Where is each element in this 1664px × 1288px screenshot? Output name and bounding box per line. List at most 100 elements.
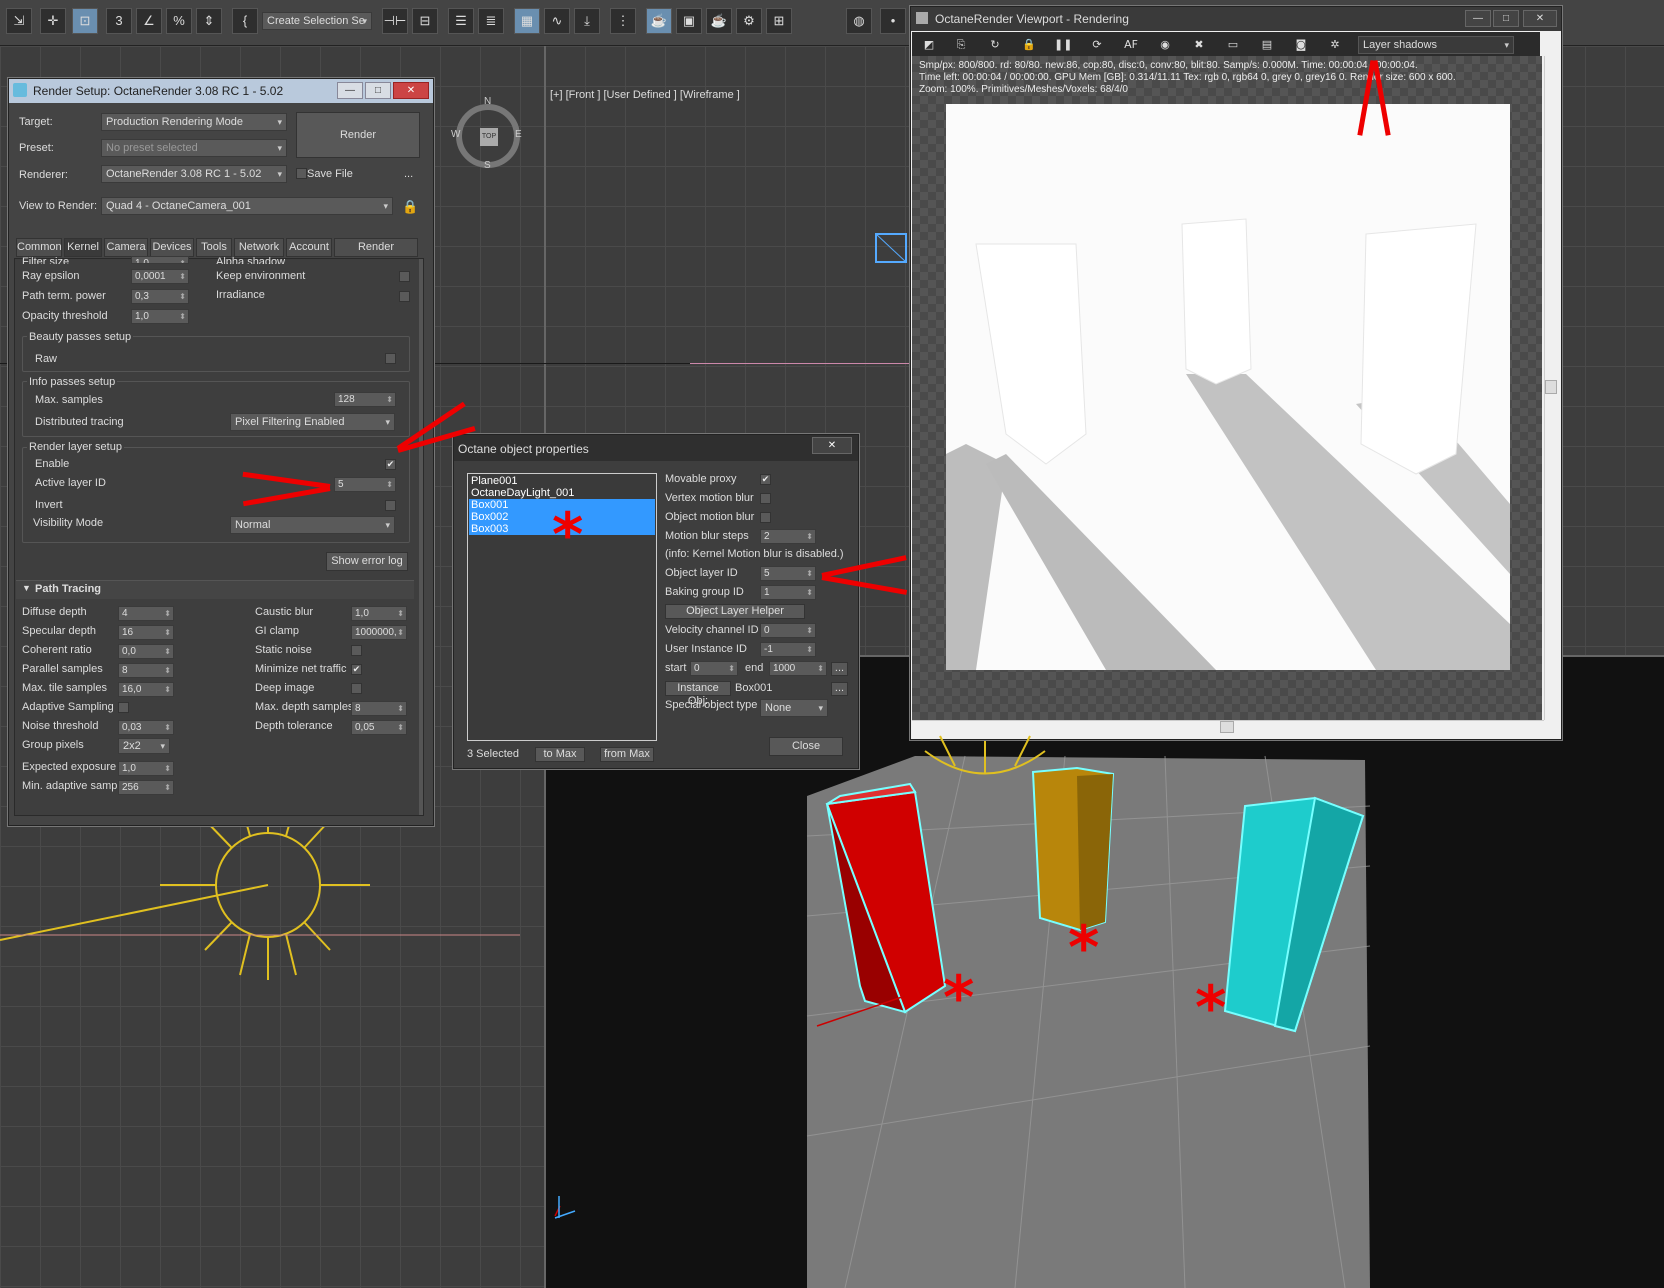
pt-param-value[interactable] [118,702,129,713]
octane-viewport-titlebar[interactable]: OctaneRender Viewport - Rendering — □ ✕ [911,7,1561,31]
raw-checkbox[interactable] [385,353,396,364]
close-button[interactable]: ✕ [393,82,429,99]
renderer-dropdown[interactable]: OctaneRender 3.08 RC 1 - 5.02 [101,165,287,183]
ov-close-button[interactable]: ✕ [1523,10,1557,27]
list-item[interactable]: OctaneDayLight_001 [469,487,655,499]
material-editor-icon[interactable]: ⋮ [610,8,636,34]
tab-devices[interactable]: Devices [150,238,194,257]
camera-icon[interactable]: ◙ [1292,36,1310,54]
tab-network[interactable]: Network [234,238,284,257]
max-samples-spinner[interactable]: 128 [334,392,396,407]
panel-scrollbar[interactable] [419,259,423,815]
pt-param-value[interactable]: 2x2 [118,738,170,754]
ov-vscroll-thumb[interactable] [1545,380,1557,394]
reference-icon[interactable]: ⊡ [72,8,98,34]
visibility-mode-dropdown[interactable]: Normal [230,516,395,534]
pt-param-value[interactable]: 16,0 [118,682,174,697]
tab-tools[interactable]: Tools [196,238,232,257]
curve-editor-icon[interactable]: ∿ [544,8,570,34]
mirror-icon[interactable]: ⊣⊢ [382,8,408,34]
pt-param-value[interactable]: 16 [118,625,174,640]
param-value[interactable]: 1,0 [131,256,189,264]
snap-3-icon[interactable]: 3 [106,8,132,34]
spinner-snap-icon[interactable]: ⇕ [196,8,222,34]
pt-param-value[interactable] [351,683,362,694]
edit-named-sets-icon[interactable]: { [232,8,258,34]
pt-param-value[interactable]: 0,05 [351,720,407,735]
render-setup-titlebar[interactable]: Render Setup: OctaneRender 3.08 RC 1 - 5… [9,79,433,103]
render-setup-icon[interactable]: ☕ [646,8,672,34]
display-icon[interactable]: ▭ [1224,36,1242,54]
param-value[interactable]: 0,3 [131,289,189,304]
object-layer-id-spinner[interactable]: 5 [760,566,816,581]
layout-icon[interactable]: ⊞ [766,8,792,34]
select-move-icon[interactable]: ⇲ [6,8,32,34]
pt-param-value[interactable]: 0,0 [118,644,174,659]
align-icon[interactable]: ⊟ [412,8,438,34]
velocity-channel-spinner[interactable]: 0 [760,623,816,638]
scene-explorer-icon[interactable]: ≣ [478,8,504,34]
irradiance-checkbox[interactable] [399,291,410,302]
collapse-icon[interactable]: ▼ [22,583,31,593]
render-button[interactable]: Render [296,112,420,158]
user-instance-id-spinner[interactable]: -1 [760,642,816,657]
layer-manager-icon[interactable]: ☰ [448,8,474,34]
tab-kernel[interactable]: Kernel [64,238,102,257]
view-to-render-dropdown[interactable]: Quad 4 - OctaneCamera_001 [101,197,393,215]
baking-group-spinner[interactable]: 1 [760,585,816,600]
ov-maximize-button[interactable]: □ [1493,10,1519,27]
render-icon[interactable]: ☕ [706,8,732,34]
list-item[interactable]: Plane001 [469,475,655,487]
preset-dropdown[interactable]: No preset selected [101,139,287,157]
selection-set-dropdown[interactable]: Create Selection Se [262,12,372,30]
restart-icon[interactable]: ↻ [986,36,1004,54]
save-file-browse[interactable]: ... [404,168,413,180]
distributed-tracing-dropdown[interactable]: Pixel Filtering Enabled [230,413,395,431]
dot-icon[interactable]: • [880,8,906,34]
pt-param-value[interactable]: 8 [118,663,174,678]
tab-render-elements[interactable]: Render Elements [334,238,418,270]
enable-checkbox[interactable]: ✔ [385,459,396,470]
movable-proxy-checkbox[interactable]: ✔ [760,474,771,485]
print-icon[interactable]: ▤ [1258,36,1276,54]
maximize-button[interactable]: □ [365,82,391,99]
invert-checkbox[interactable] [385,500,396,511]
active-layer-id-spinner[interactable]: 5 [334,477,396,492]
pt-param-value[interactable]: 256 [118,780,174,795]
settings-icon[interactable]: ✲ [1326,36,1344,54]
pt-param-value[interactable]: 0,03 [118,720,174,735]
region-icon[interactable]: ✖ [1190,36,1208,54]
web-icon[interactable]: ◍ [846,8,872,34]
pt-param-value[interactable] [351,645,362,656]
pt-param-value[interactable]: ✔ [351,664,362,675]
pt-param-value[interactable]: 1,0 [118,761,174,776]
tab-camera[interactable]: Camera [104,238,148,257]
octane-props-titlebar[interactable]: Octane object properties ✕ [454,435,858,461]
front-viewport-label[interactable]: [+] [Front ] [User Defined ] [Wireframe … [550,89,740,101]
minimize-button[interactable]: — [337,82,363,99]
object-mb-checkbox[interactable] [760,512,771,523]
move-icon[interactable]: ✛ [40,8,66,34]
copy-icon[interactable]: ⎘ [952,36,970,54]
pt-param-value[interactable]: 4 [118,606,174,621]
vertex-mb-checkbox[interactable] [760,493,771,504]
pause-icon[interactable]: ❚❚ [1054,36,1072,54]
af-icon[interactable]: AF [1122,36,1140,54]
render-iterative-icon[interactable]: ⚙ [736,8,762,34]
pt-param-value[interactable]: 1000000, [351,625,407,640]
color-picker-icon[interactable]: ◉ [1156,36,1174,54]
param-value[interactable]: 0,0001 [131,269,189,284]
ribbon-icon[interactable]: ▦ [514,8,540,34]
pt-param-value[interactable]: 1,0 [351,606,407,621]
angle-snap-icon[interactable]: ∠ [136,8,162,34]
object-layer-helper-button[interactable]: Object Layer Helper [665,604,805,619]
tab-common[interactable]: Common [16,238,62,257]
rendered-frame-icon[interactable]: ▣ [676,8,702,34]
mb-steps-spinner[interactable]: 2 [760,529,816,544]
tab-account[interactable]: Account [286,238,332,257]
viewcube-top[interactable]: TOP [480,128,498,146]
octane-props-close-button[interactable]: ✕ [812,437,852,454]
layer-display-dropdown[interactable]: Layer shadows [1358,36,1514,54]
param-value[interactable]: 1,0 [131,309,189,324]
lock-icon[interactable]: 🔒 [1020,36,1038,54]
